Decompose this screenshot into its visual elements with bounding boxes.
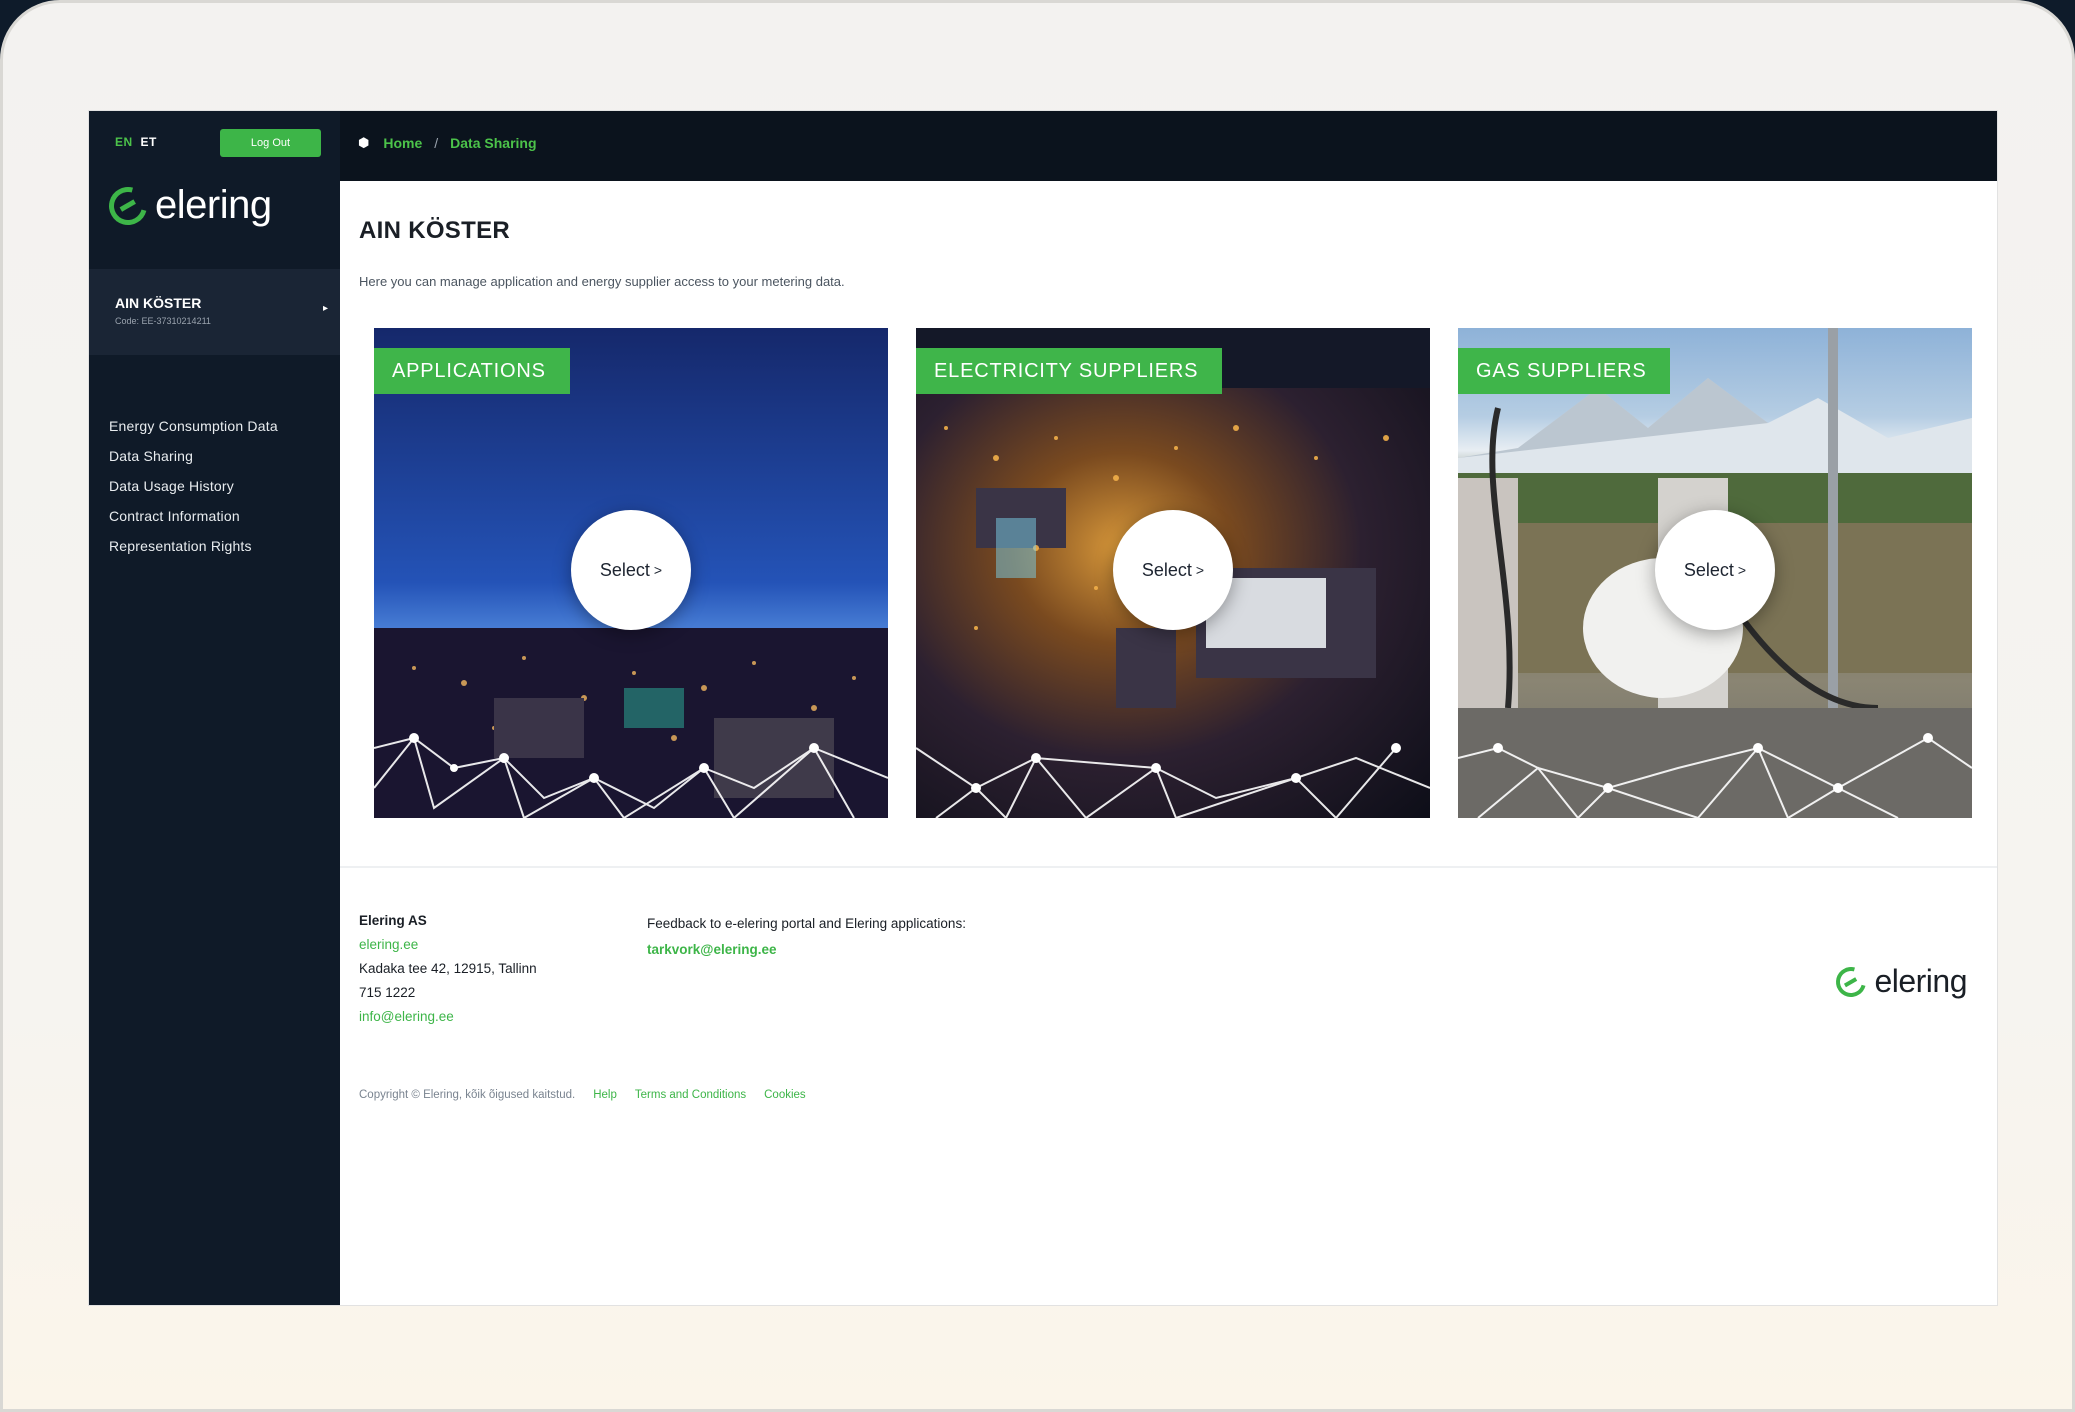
page-title: AIN KÖSTER	[359, 217, 511, 244]
footer-contact: Elering AS elering.ee Kadaka tee 42, 129…	[359, 911, 619, 1031]
footer-company: Elering AS	[359, 913, 427, 928]
breadcrumb: ⬢ Home / Data Sharing	[358, 135, 537, 151]
network-lines-decoration	[1458, 733, 1972, 818]
feedback-email-link[interactable]: tarkvork@elering.ee	[647, 942, 776, 957]
logout-button[interactable]: Log Out	[220, 129, 321, 157]
content-divider	[340, 866, 1997, 868]
sidebar-item-contract-information[interactable]: Contract Information	[109, 507, 278, 537]
sidebar-item-energy-consumption[interactable]: Energy Consumption Data	[109, 417, 278, 447]
select-label: Select	[1141, 559, 1192, 580]
card-label: APPLICATIONS	[374, 348, 570, 394]
card-gas-suppliers[interactable]: GAS SUPPLIERS Select >	[1458, 328, 1972, 818]
main-content: AIN KÖSTER Here you can manage applicati…	[340, 181, 1997, 1305]
top-bar: ⬢ Home / Data Sharing	[340, 111, 1997, 181]
user-profile[interactable]: AIN KÖSTER Code: EE-37310214211 ▸	[89, 269, 340, 355]
sidebar-item-representation-rights[interactable]: Representation Rights	[109, 537, 278, 567]
footer-brand-name: elering	[1874, 963, 1967, 999]
sidebar-item-data-usage-history[interactable]: Data Usage History	[109, 477, 278, 507]
elering-logo-icon	[102, 179, 154, 232]
user-name: AIN KÖSTER	[115, 295, 202, 311]
chevron-right-icon: >	[653, 562, 663, 578]
home-icon[interactable]: ⬢	[358, 135, 369, 151]
sidebar-nav: Energy Consumption Data Data Sharing Dat…	[109, 417, 278, 567]
footer-logo[interactable]: elering	[1830, 961, 1967, 1002]
page-intro: Here you can manage application and ener…	[359, 274, 845, 289]
select-label: Select	[1683, 559, 1734, 580]
language-switcher: EN ET	[115, 135, 157, 149]
footer-phone: 715 1222	[359, 985, 416, 1000]
sidebar-item-data-sharing[interactable]: Data Sharing	[109, 447, 278, 477]
feedback-text: Feedback to e-elering portal and Elering…	[647, 916, 966, 931]
copyright-bar: Copyright © Elering, kõik õigused kaitst…	[359, 1089, 806, 1101]
footer-link-cookies[interactable]: Cookies	[764, 1089, 806, 1101]
select-button-electricity[interactable]: Select >	[1113, 510, 1233, 630]
network-lines-decoration	[916, 743, 1430, 818]
breadcrumb-current[interactable]: Data Sharing	[450, 135, 536, 151]
select-button-applications[interactable]: Select >	[571, 510, 691, 630]
app-window: EN ET Log Out elering AIN KÖSTER Code: E…	[89, 111, 1997, 1305]
chevron-right-icon: ▸	[323, 303, 329, 314]
select-label: Select	[599, 559, 650, 580]
card-label: ELECTRICITY SUPPLIERS	[916, 348, 1223, 408]
breadcrumb-home[interactable]: Home	[383, 135, 422, 151]
sidebar: EN ET Log Out elering AIN KÖSTER Code: E…	[89, 111, 340, 1305]
network-lines-decoration	[374, 733, 888, 818]
footer-feedback: Feedback to e-elering portal and Elering…	[647, 911, 987, 963]
tablet-frame: EN ET Log Out elering AIN KÖSTER Code: E…	[0, 0, 2075, 1412]
breadcrumb-separator: /	[434, 135, 439, 151]
copyright-text: Copyright © Elering, kõik õigused kaitst…	[359, 1089, 576, 1101]
chevron-right-icon: >	[1195, 562, 1205, 578]
user-code: Code: EE-37310214211	[115, 316, 211, 326]
footer-website-link[interactable]: elering.ee	[359, 935, 619, 959]
footer-address: Kadaka tee 42, 12915, Tallinn	[359, 961, 537, 976]
card-label: GAS SUPPLIERS	[1458, 348, 1671, 408]
elering-logo-icon	[1830, 961, 1872, 1002]
brand-logo[interactable]: elering	[102, 179, 272, 232]
chevron-right-icon: >	[1737, 562, 1747, 578]
lang-en[interactable]: EN	[115, 135, 133, 149]
lang-et[interactable]: ET	[141, 135, 157, 149]
select-button-gas[interactable]: Select >	[1655, 510, 1775, 630]
brand-name: elering	[155, 183, 272, 227]
footer-link-help[interactable]: Help	[593, 1089, 617, 1101]
card-electricity-suppliers[interactable]: ELECTRICITY SUPPLIERS Select >	[916, 328, 1430, 818]
footer-link-terms[interactable]: Terms and Conditions	[635, 1089, 746, 1101]
footer-email-link[interactable]: info@elering.ee	[359, 1007, 619, 1031]
card-applications[interactable]: APPLICATIONS Select >	[374, 328, 888, 818]
